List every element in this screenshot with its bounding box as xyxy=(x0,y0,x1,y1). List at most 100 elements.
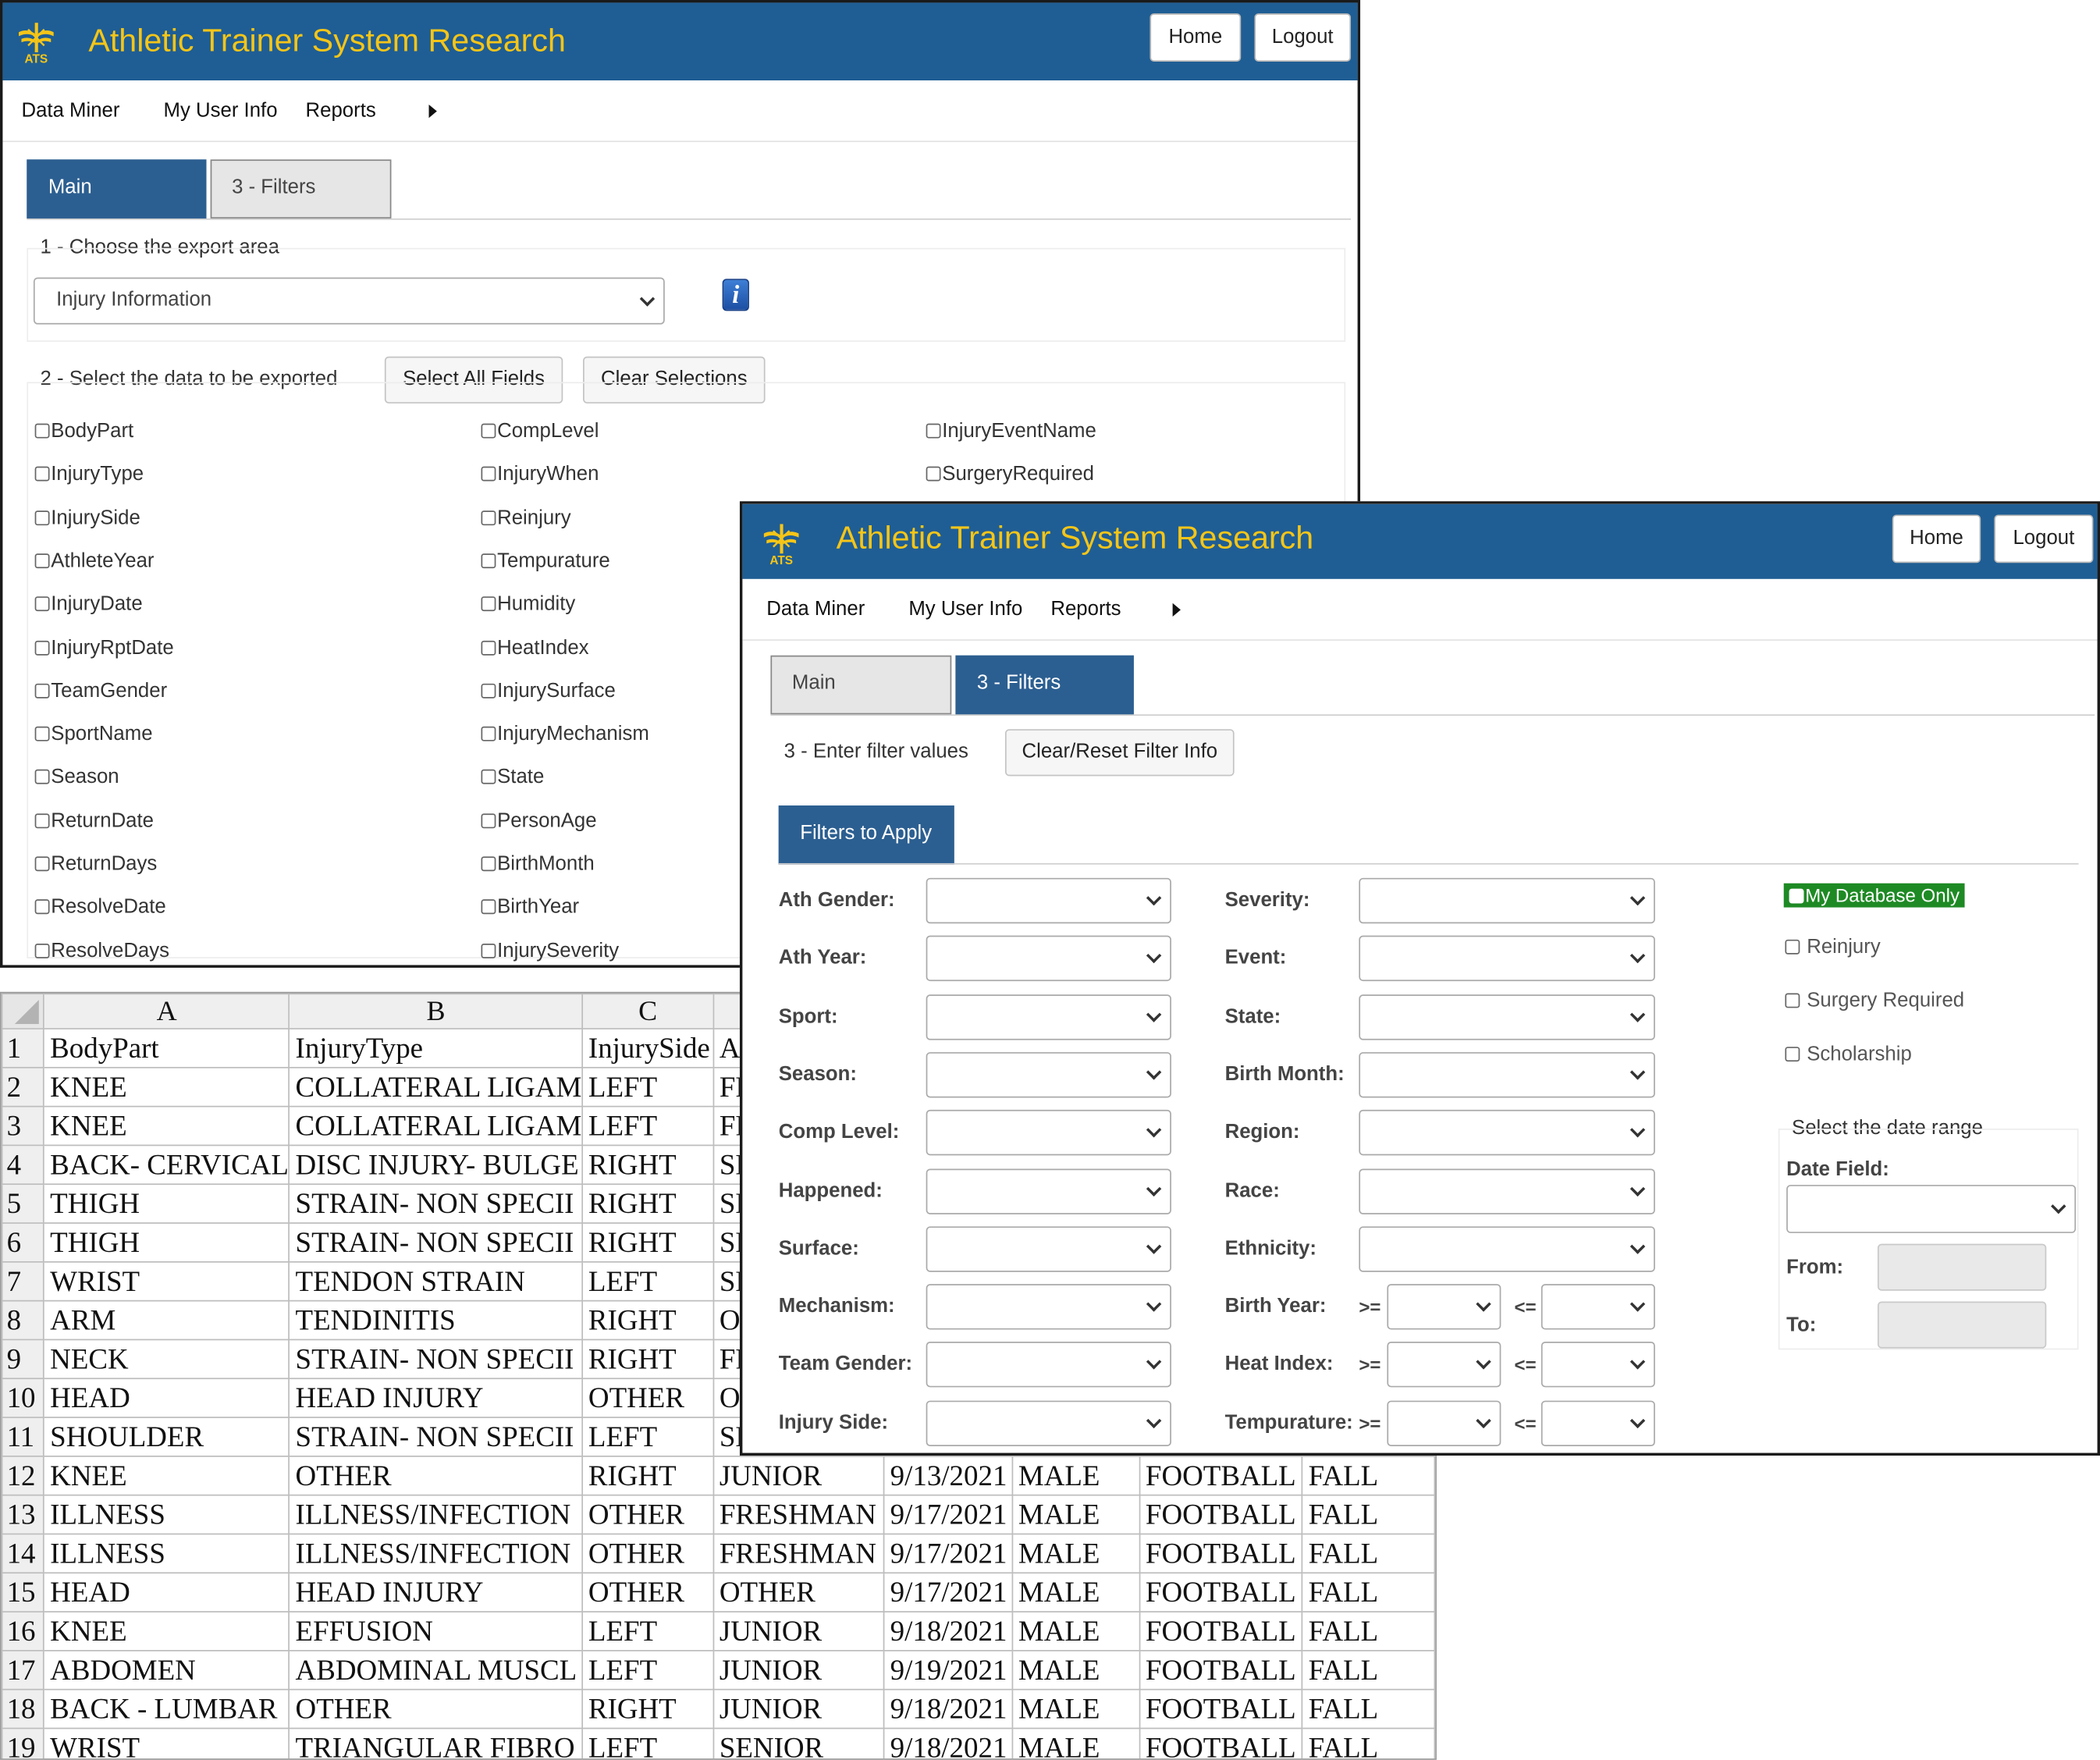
table-cell[interactable]: KNEE xyxy=(43,1066,290,1108)
table-cell[interactable]: FOOTBALL xyxy=(1139,1688,1303,1730)
field-checkbox-birthmonth[interactable]: BirthMonth xyxy=(481,852,595,875)
table-cell[interactable]: LEFT xyxy=(581,1417,714,1457)
filter-select-ath-year[interactable] xyxy=(926,936,1171,982)
logout-button[interactable]: Logout xyxy=(1254,13,1352,62)
table-cell[interactable]: RIGHT xyxy=(581,1688,714,1730)
table-cell[interactable]: 9/17/2021 xyxy=(883,1533,1014,1574)
export-area-select[interactable]: Injury Information xyxy=(33,277,665,325)
field-checkbox-resolvedays[interactable]: ResolveDays xyxy=(34,939,169,962)
column-header[interactable]: A xyxy=(43,993,290,1029)
table-cell[interactable]: ABDOMINAL MUSCL xyxy=(288,1649,584,1691)
field-checkbox-injuryeventname[interactable]: InjuryEventName xyxy=(926,420,1096,443)
table-cell[interactable]: TRIANGULAR FIBRO xyxy=(288,1727,584,1759)
row-number[interactable]: 18 xyxy=(1,1688,45,1730)
field-checkbox-injurymechanism[interactable]: InjuryMechanism xyxy=(481,723,649,745)
field-checkbox-complevel[interactable]: CompLevel xyxy=(481,420,599,443)
table-cell[interactable]: KNEE xyxy=(43,1611,290,1652)
table-cell[interactable]: DISC INJURY- BULGE xyxy=(288,1144,584,1186)
table-cell[interactable]: JUNIOR xyxy=(712,1611,885,1652)
table-cell[interactable]: TENDINITIS xyxy=(288,1300,584,1341)
row-number[interactable]: 19 xyxy=(1,1727,45,1759)
table-cell[interactable]: BodyPart xyxy=(43,1028,290,1068)
filter-select-season[interactable] xyxy=(926,1051,1171,1098)
menu-my-user-info[interactable]: My User Info xyxy=(164,99,278,122)
field-checkbox-sportname[interactable]: SportName xyxy=(34,723,153,745)
filter-select-race[interactable] xyxy=(1359,1168,1655,1214)
table-cell[interactable]: OTHER xyxy=(581,1494,714,1535)
row-number[interactable]: 13 xyxy=(1,1494,45,1535)
table-cell[interactable]: MALE xyxy=(1011,1727,1141,1759)
table-cell[interactable]: LEFT xyxy=(581,1066,714,1108)
menu-more-caret-icon[interactable] xyxy=(1172,603,1181,617)
filter-select-tempurature-max[interactable] xyxy=(1540,1400,1655,1446)
field-checkbox-returndays[interactable]: ReturnDays xyxy=(34,852,158,875)
table-cell[interactable]: RIGHT xyxy=(581,1144,714,1186)
table-cell[interactable]: InjuryType xyxy=(288,1028,584,1068)
table-cell[interactable]: SHOULDER xyxy=(43,1417,290,1457)
home-button[interactable]: Home xyxy=(1892,514,1981,564)
menu-reports[interactable]: Reports xyxy=(306,99,376,122)
tab-main[interactable]: Main xyxy=(770,655,952,715)
table-cell[interactable]: FALL xyxy=(1302,1649,1436,1691)
field-checkbox-resolvedate[interactable]: ResolveDate xyxy=(34,896,166,919)
filter-select-ath-gender[interactable] xyxy=(926,877,1171,924)
field-checkbox-bodypart[interactable]: BodyPart xyxy=(34,420,133,443)
filter-select-region[interactable] xyxy=(1359,1110,1655,1156)
menu-data-miner[interactable]: Data Miner xyxy=(21,99,119,122)
row-number[interactable]: 14 xyxy=(1,1533,45,1574)
filter-select-birth-year-min[interactable] xyxy=(1387,1284,1501,1330)
table-cell[interactable]: InjurySide xyxy=(581,1028,714,1068)
row-number[interactable]: 9 xyxy=(1,1339,45,1380)
select-all-cells-corner[interactable] xyxy=(1,993,45,1029)
filter-select-event[interactable] xyxy=(1359,936,1655,982)
field-checkbox-reinjury[interactable]: Reinjury xyxy=(481,506,571,529)
table-cell[interactable]: WRIST xyxy=(43,1727,290,1759)
table-cell[interactable]: RIGHT xyxy=(581,1455,714,1496)
table-cell[interactable]: HEAD INJURY xyxy=(288,1378,584,1418)
tab-filters[interactable]: 3 - Filters xyxy=(210,159,392,219)
row-number[interactable]: 5 xyxy=(1,1183,45,1224)
table-cell[interactable]: ABDOMEN xyxy=(43,1649,290,1691)
table-cell[interactable]: LEFT xyxy=(581,1105,714,1147)
row-number[interactable]: 2 xyxy=(1,1066,45,1108)
field-checkbox-injurysurface[interactable]: InjurySurface xyxy=(481,679,616,702)
row-number[interactable]: 4 xyxy=(1,1144,45,1186)
table-cell[interactable]: WRIST xyxy=(43,1260,290,1302)
filter-select-team-gender[interactable] xyxy=(926,1342,1171,1388)
filter-select-sport[interactable] xyxy=(926,994,1171,1040)
clear-reset-filter-button[interactable]: Clear/Reset Filter Info xyxy=(1004,729,1235,777)
menu-my-user-info[interactable]: My User Info xyxy=(908,598,1022,620)
table-cell[interactable]: BACK- CERVICAL xyxy=(43,1144,290,1186)
tab-main[interactable]: Main xyxy=(27,159,207,219)
table-cell[interactable]: BACK - LUMBAR xyxy=(43,1688,290,1730)
table-cell[interactable]: STRAIN- NON SPECII xyxy=(288,1222,584,1263)
table-cell[interactable]: STRAIN- NON SPECII xyxy=(288,1183,584,1224)
table-cell[interactable]: ILLNESS xyxy=(43,1494,290,1535)
my-database-only-checkbox[interactable]: My Database Only xyxy=(1783,883,1965,908)
table-cell[interactable]: ILLNESS/INFECTION xyxy=(288,1494,584,1535)
scholarship-checkbox[interactable]: Scholarship xyxy=(1785,1043,1912,1065)
table-cell[interactable]: JUNIOR xyxy=(712,1649,885,1691)
table-cell[interactable]: MALE xyxy=(1011,1533,1141,1574)
table-cell[interactable]: FALL xyxy=(1302,1533,1436,1574)
field-checkbox-injuryside[interactable]: InjurySide xyxy=(34,506,140,529)
table-cell[interactable]: HEAD xyxy=(43,1378,290,1418)
filter-select-injury-side[interactable] xyxy=(926,1400,1171,1446)
table-cell[interactable]: RIGHT xyxy=(581,1339,714,1380)
table-cell[interactable]: LEFT xyxy=(581,1649,714,1691)
table-cell[interactable]: 9/18/2021 xyxy=(883,1727,1014,1759)
row-number[interactable]: 15 xyxy=(1,1572,45,1612)
field-checkbox-injurywhen[interactable]: InjuryWhen xyxy=(481,463,599,485)
surgery-required-checkbox[interactable]: Surgery Required xyxy=(1785,989,1964,1012)
table-cell[interactable]: KNEE xyxy=(43,1105,290,1147)
table-cell[interactable]: FRESHMAN xyxy=(712,1494,885,1535)
row-number[interactable]: 16 xyxy=(1,1611,45,1652)
table-cell[interactable]: STRAIN- NON SPECII xyxy=(288,1339,584,1380)
table-cell[interactable]: TENDON STRAIN xyxy=(288,1260,584,1302)
table-cell[interactable]: RIGHT xyxy=(581,1222,714,1263)
table-cell[interactable]: ARM xyxy=(43,1300,290,1341)
field-checkbox-injurytype[interactable]: InjuryType xyxy=(34,463,144,485)
row-number[interactable]: 3 xyxy=(1,1105,45,1147)
row-number[interactable]: 8 xyxy=(1,1300,45,1341)
table-cell[interactable]: HEAD xyxy=(43,1572,290,1612)
